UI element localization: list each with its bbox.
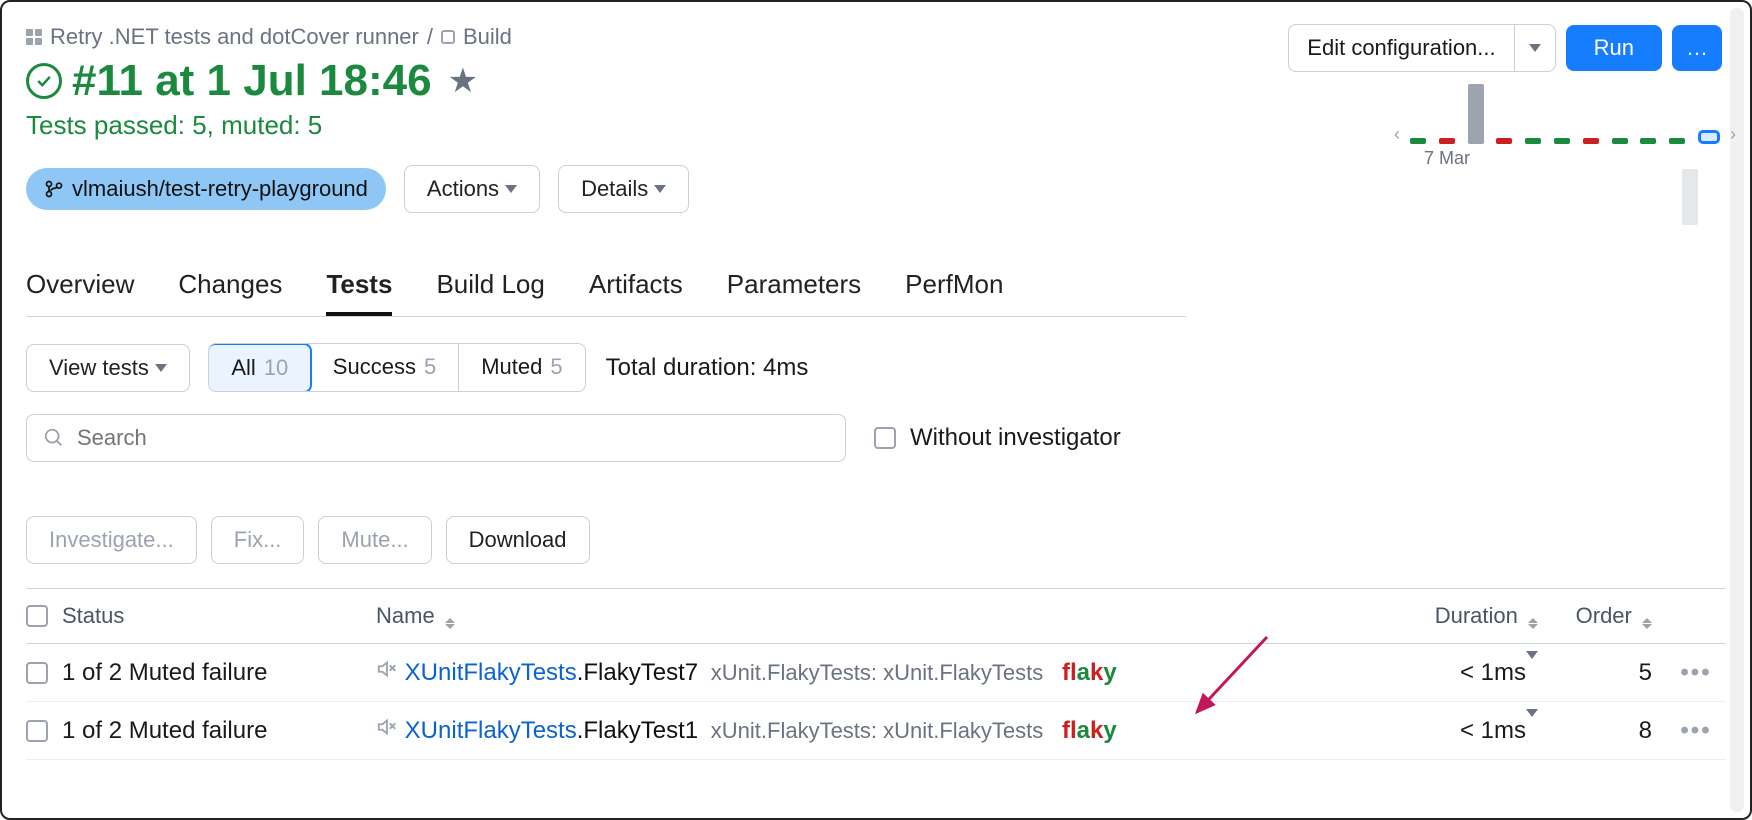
column-name[interactable]: Name [376,603,1374,629]
checkbox-icon[interactable] [874,427,896,449]
details-button[interactable]: Details [558,165,689,213]
flaky-badge: flaky [1062,659,1117,686]
test-path: xUnit.FlakyTests: xUnit.FlakyTests [711,718,1044,743]
search-input-wrap [26,414,846,462]
search-icon [43,427,65,449]
test-path: xUnit.FlakyTests: xUnit.FlakyTests [711,660,1044,685]
test-class-link[interactable]: XUnitFlakyTests [405,659,577,686]
row-order: 8 [1552,717,1652,745]
favorite-star-icon[interactable]: ★ [448,61,478,101]
investigate-button[interactable]: Investigate... [26,516,197,564]
chevron-down-icon [1529,44,1541,52]
row-more-icon[interactable]: ••• [1680,717,1711,744]
tab-overview[interactable]: Overview [26,269,134,316]
sort-icon [445,618,455,629]
table-header: Status Name Duration Order [26,588,1726,644]
tab-buildlog[interactable]: Build Log [436,269,544,316]
chevron-down-icon [1526,709,1538,744]
select-all-checkbox[interactable] [26,605,48,627]
without-investigator-checkbox[interactable]: Without investigator [874,424,1121,452]
breadcrumb-build[interactable]: Build [463,24,512,50]
branch-icon [44,179,64,199]
build-history-chart[interactable]: ‹ › 7 Mar [1410,84,1720,204]
chart-date: 7 Mar [1424,148,1720,169]
filter-success[interactable]: Success 5 [311,344,459,391]
filter-all[interactable]: All 10 [208,343,312,392]
row-checkbox[interactable] [26,662,48,684]
chart-next-icon[interactable]: › [1730,124,1736,145]
test-name[interactable]: .FlakyTest7 [577,659,698,686]
test-class-link[interactable]: XUnitFlakyTests [405,717,577,744]
breadcrumb-project[interactable]: Retry .NET tests and dotCover runner [50,24,419,50]
project-icon [26,29,42,45]
tab-tests[interactable]: Tests [326,269,392,316]
row-status: 1 of 2 Muted failure [62,659,362,687]
tabs: Overview Changes Tests Build Log Artifac… [26,269,1186,317]
mute-button[interactable]: Mute... [318,516,431,564]
view-tests-button[interactable]: View tests [26,344,190,392]
run-button[interactable]: Run [1566,25,1662,71]
build-icon [441,30,455,44]
tab-perfmon[interactable]: PerfMon [905,269,1003,316]
chevron-down-icon [654,185,666,193]
sort-icon [1642,618,1652,629]
filter-muted[interactable]: Muted 5 [459,344,584,391]
flaky-badge: flaky [1062,717,1117,744]
tab-changes[interactable]: Changes [178,269,282,316]
success-icon [26,63,62,99]
download-button[interactable]: Download [446,516,590,564]
branch-name: vlmaiush/test-retry-playground [72,176,368,202]
row-duration[interactable]: < 1ms [1388,659,1538,687]
muted-icon [376,658,398,680]
row-duration[interactable]: < 1ms [1388,717,1538,745]
breadcrumb-sep: / [427,24,433,50]
column-order[interactable]: Order [1552,603,1652,629]
page-title: #11 at 1 Jul 18:46 [72,56,432,106]
more-button[interactable]: … [1672,25,1722,71]
test-name[interactable]: .FlakyTest1 [577,717,698,744]
muted-icon [376,716,398,738]
actions-button[interactable]: Actions [404,165,540,213]
search-input[interactable] [77,425,829,451]
edit-configuration-dropdown[interactable] [1514,25,1555,71]
branch-pill[interactable]: vlmaiush/test-retry-playground [26,168,386,210]
table-row: 1 of 2 Muted failure XUnitFlakyTests.Fla… [26,702,1726,760]
row-order: 5 [1552,659,1652,687]
sort-icon [1528,618,1538,629]
tab-artifacts[interactable]: Artifacts [589,269,683,316]
row-status: 1 of 2 Muted failure [62,717,362,745]
fix-button[interactable]: Fix... [211,516,305,564]
row-more-icon[interactable]: ••• [1680,659,1711,686]
chevron-down-icon [1526,651,1538,686]
column-duration[interactable]: Duration [1388,603,1538,629]
total-duration: Total duration: 4ms [606,354,809,382]
row-checkbox[interactable] [26,720,48,742]
edit-configuration-button[interactable]: Edit configuration... [1288,24,1555,72]
chevron-down-icon [505,185,517,193]
tab-parameters[interactable]: Parameters [727,269,861,316]
chart-prev-icon[interactable]: ‹ [1394,124,1400,145]
table-row: 1 of 2 Muted failure XUnitFlakyTests.Fla… [26,644,1726,702]
column-status[interactable]: Status [62,603,362,629]
chevron-down-icon [155,364,167,372]
